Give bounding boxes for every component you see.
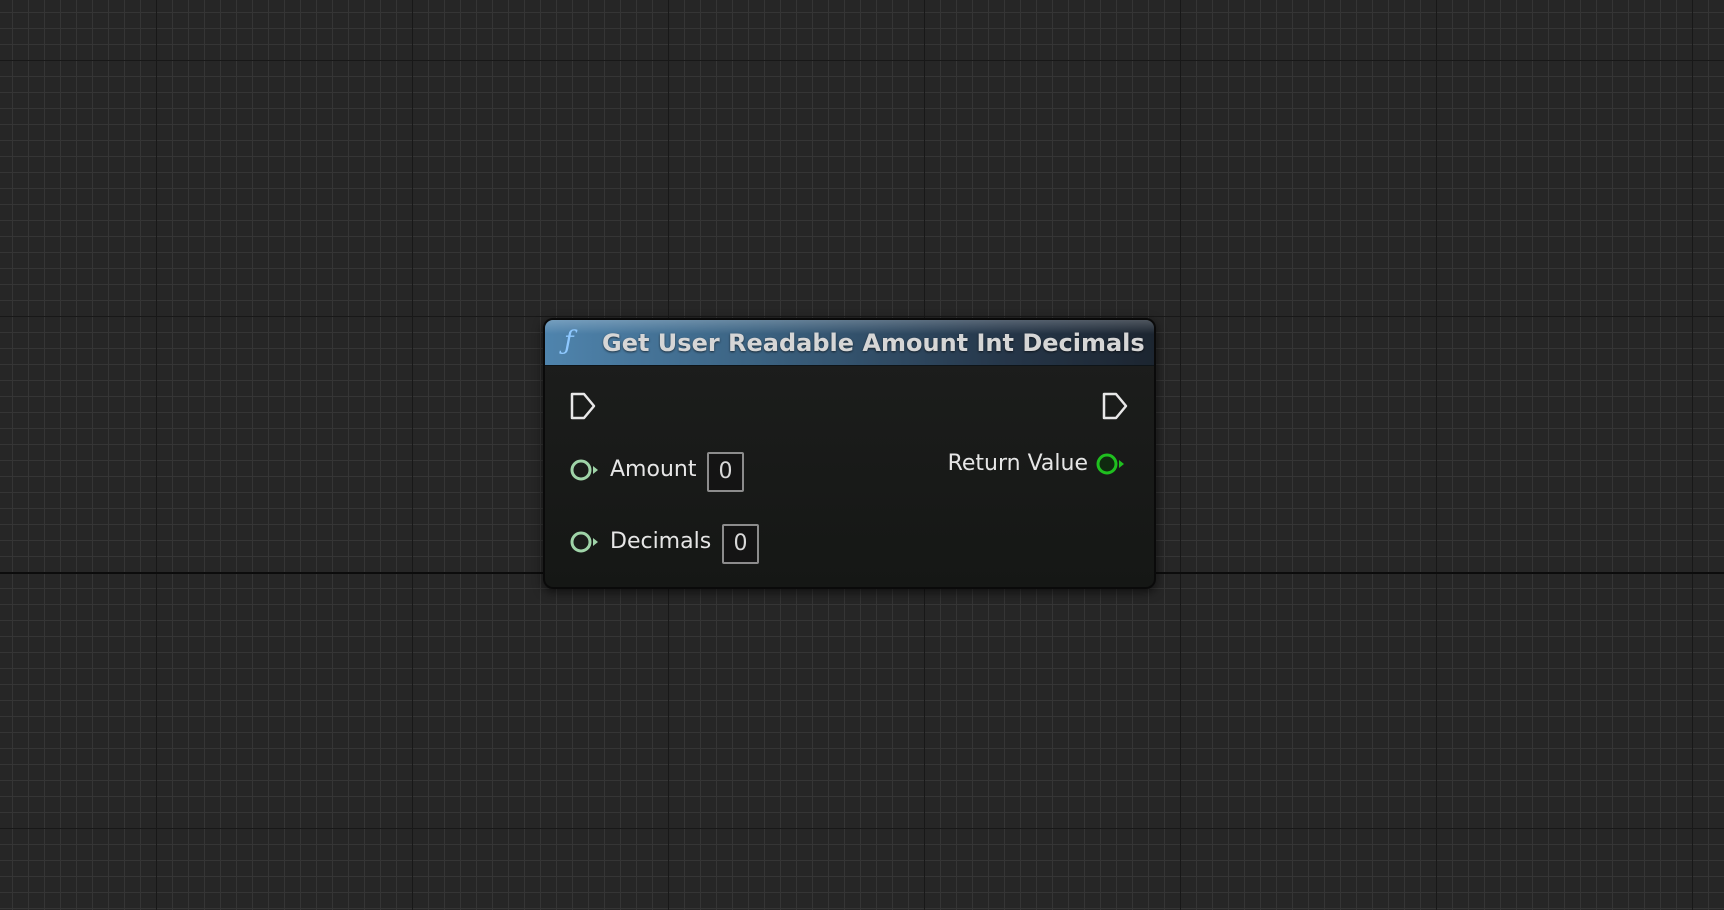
function-node[interactable]: ƒ Get User Readable Amount Int Decimals … [543, 318, 1156, 589]
decimals-value-input[interactable]: 0 [722, 524, 759, 564]
node-header[interactable]: ƒ Get User Readable Amount Int Decimals [545, 320, 1154, 366]
return-value-pin-icon[interactable] [1095, 452, 1127, 476]
exec-input-pin-icon[interactable] [569, 391, 597, 421]
decimals-pin-icon[interactable] [569, 530, 601, 554]
blueprint-graph-canvas[interactable]: ƒ Get User Readable Amount Int Decimals … [0, 0, 1724, 910]
exec-output-pin-icon[interactable] [1101, 391, 1129, 421]
amount-label: Amount [610, 457, 697, 482]
function-icon: ƒ [564, 326, 574, 356]
node-title: Get User Readable Amount Int Decimals [602, 329, 1145, 357]
decimals-label: Decimals [610, 529, 712, 554]
return-value-label: Return Value [947, 451, 1088, 476]
amount-value-input[interactable]: 0 [707, 452, 744, 492]
amount-pin-icon[interactable] [569, 458, 601, 482]
